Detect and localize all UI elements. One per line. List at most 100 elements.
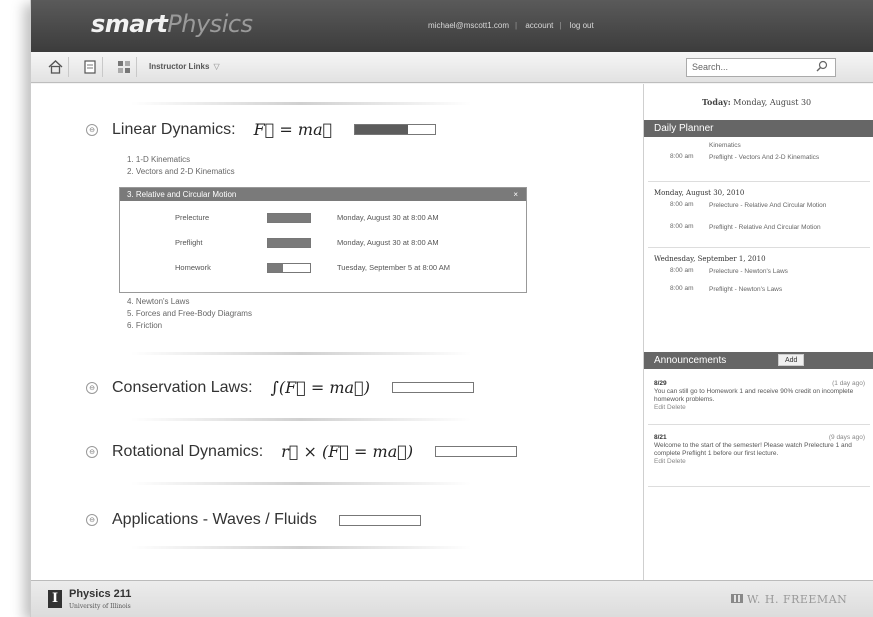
- topic-applications[interactable]: ⊖ Applications - Waves / Fluids: [86, 511, 421, 529]
- account-link[interactable]: account: [525, 21, 553, 30]
- divider: [648, 181, 870, 182]
- expand-icon[interactable]: ⊖: [86, 514, 98, 526]
- unit-expanded-header[interactable]: 3. Relative and Circular Motion ×: [120, 188, 526, 201]
- activity-row[interactable]: Preflight Monday, August 30 at 8:00 AM: [120, 235, 526, 253]
- user-email-link[interactable]: michael@mscott1.com: [428, 21, 509, 30]
- unit-item[interactable]: 5. Forces and Free-Body Diagrams: [127, 308, 252, 320]
- expand-icon[interactable]: ⊖: [86, 381, 98, 394]
- activity-progress-fill: [268, 264, 283, 272]
- planner-item-text[interactable]: Prelecture - Newton's Laws: [709, 267, 859, 276]
- announcement-item: 8/21 (9 days ago) Welcome to the start o…: [654, 434, 869, 466]
- expand-icon[interactable]: ⊖: [86, 445, 98, 458]
- divider: [131, 482, 471, 485]
- activity-name: Preflight: [175, 238, 203, 247]
- daily-planner-list: Kinematics 8:00 am Preflight - Vectors A…: [644, 139, 873, 311]
- publisher-logo: W. H. FREEMAN: [731, 593, 847, 606]
- unit-list-bottom: 4. Newton's Laws 5. Forces and Free-Body…: [127, 296, 252, 332]
- today-prefix: Today:: [702, 97, 731, 107]
- planner-item-text[interactable]: Preflight - Vectors And 2-D Kinematics: [709, 153, 859, 162]
- announcement-actions[interactable]: Edit Delete: [654, 458, 869, 466]
- activity-name: Prelecture: [175, 213, 210, 222]
- announcement-actions[interactable]: Edit Delete: [654, 404, 869, 412]
- divider: [648, 486, 870, 487]
- announcement-age: (9 days ago): [828, 434, 865, 441]
- daily-planner-title: Daily Planner: [654, 123, 714, 134]
- close-icon[interactable]: ×: [513, 188, 518, 201]
- planner-item-time: 8:00 am: [670, 153, 694, 160]
- daily-planner-header: Daily Planner: [644, 120, 873, 137]
- topic-title: Linear Dynamics:: [112, 120, 236, 138]
- divider: [131, 102, 471, 105]
- instructor-links-menu[interactable]: Instructor Links ▽: [149, 62, 220, 71]
- activity-progress-bar: [267, 238, 311, 248]
- unit-expanded-panel: 3. Relative and Circular Motion × Prelec…: [119, 187, 527, 293]
- sidebar: Today: Monday, August 30 Daily Planner K…: [643, 84, 873, 580]
- planner-item-text[interactable]: Preflight - Newton's Laws: [709, 285, 859, 294]
- divider: [648, 247, 870, 248]
- activity-row[interactable]: Prelecture Monday, August 30 at 8:00 AM: [120, 210, 526, 228]
- unit-expanded-title: 3. Relative and Circular Motion: [127, 190, 237, 199]
- search-input[interactable]: Search...: [686, 58, 836, 77]
- activity-row[interactable]: Homework Tuesday, September 5 at 8:00 AM: [120, 260, 526, 278]
- today-label: Today: Monday, August 30: [702, 97, 811, 107]
- activity-due-date: Monday, August 30 at 8:00 AM: [337, 238, 439, 247]
- topic-formula: F⃗ = ma⃗: [253, 120, 333, 139]
- divider: [131, 418, 471, 421]
- logout-link[interactable]: log out: [570, 21, 594, 30]
- planner-item-text[interactable]: Prelecture - Relative And Circular Motio…: [709, 201, 859, 210]
- activity-progress-bar: [267, 213, 311, 223]
- logo-part-physics: Physics: [167, 10, 253, 38]
- topic-title: Conservation Laws:: [112, 378, 253, 396]
- search-icon[interactable]: [816, 60, 828, 75]
- planner-item-text[interactable]: Kinematics: [709, 141, 859, 150]
- topic-conservation-laws[interactable]: ⊖ Conservation Laws: ∫(F⃗ = ma⃗): [86, 378, 474, 397]
- chevron-down-icon: ▽: [213, 62, 220, 71]
- planner-item-time: 8:00 am: [670, 285, 694, 292]
- smartphysics-logo[interactable]: smartPhysics: [91, 10, 253, 38]
- unit-item[interactable]: 4. Newton's Laws: [127, 296, 252, 308]
- top-bar: smartPhysics michael@mscott1.com | accoun…: [31, 0, 873, 52]
- activity-progress-fill: [268, 214, 310, 222]
- logo-part-smart: smart: [91, 10, 168, 38]
- unit-item[interactable]: 2. Vectors and 2-D Kinematics: [127, 166, 235, 178]
- divider: [131, 546, 471, 549]
- activity-name: Homework: [175, 263, 211, 272]
- grid-icon[interactable]: [111, 57, 137, 77]
- course-name: Physics 211: [69, 588, 132, 600]
- page-icon[interactable]: [77, 57, 103, 77]
- announcements-header: Announcements Add: [644, 352, 873, 369]
- divider: [648, 424, 870, 425]
- planner-item-text[interactable]: Preflight - Relative And Circular Motion: [709, 223, 859, 232]
- instructor-links-label: Instructor Links: [149, 62, 210, 71]
- topic-progress-bar: [435, 446, 518, 457]
- university-name: University of Illinois: [69, 603, 131, 610]
- publisher-icon: [731, 594, 743, 603]
- planner-item-time: 8:00 am: [670, 201, 694, 208]
- activity-progress-bar: [267, 263, 311, 273]
- activity-progress-fill: [268, 239, 310, 247]
- planner-item-time: 8:00 am: [670, 223, 694, 230]
- topic-title: Rotational Dynamics:: [112, 442, 264, 460]
- topic-progress-fill: [355, 125, 408, 134]
- planner-date-heading: Wednesday, September 1, 2010: [654, 255, 766, 263]
- course-content: ⊖ Linear Dynamics: F⃗ = ma⃗ 1. 1-D Kinem…: [31, 84, 643, 580]
- activity-due-date: Monday, August 30 at 8:00 AM: [337, 213, 439, 222]
- university-logo: I: [48, 590, 62, 608]
- unit-list-top: 1. 1-D Kinematics 2. Vectors and 2-D Kin…: [127, 154, 235, 178]
- expand-icon[interactable]: ⊖: [86, 123, 98, 136]
- topic-progress-bar: [338, 514, 421, 526]
- unit-item[interactable]: 1. 1-D Kinematics: [127, 154, 235, 166]
- divider: [131, 352, 471, 355]
- topic-title: Applications - Waves / Fluids: [112, 511, 317, 528]
- home-icon[interactable]: [43, 57, 69, 77]
- footer: I Physics 211 University of Illinois W. …: [31, 580, 873, 617]
- planner-item-time: 8:00 am: [670, 267, 694, 274]
- activity-due-date: Tuesday, September 5 at 8:00 AM: [337, 263, 450, 272]
- topic-linear-dynamics[interactable]: ⊖ Linear Dynamics: F⃗ = ma⃗: [86, 120, 437, 139]
- topic-rotational-dynamics[interactable]: ⊖ Rotational Dynamics: r⃗ × (F⃗ = ma⃗): [86, 442, 518, 461]
- unit-item[interactable]: 6. Friction: [127, 320, 252, 332]
- announcement-item: 8/29 (1 day ago) You can still go to Hom…: [654, 380, 869, 412]
- topic-formula: r⃗ × (F⃗ = ma⃗): [281, 442, 414, 461]
- add-announcement-button[interactable]: Add: [778, 354, 805, 366]
- topic-formula: ∫(F⃗ = ma⃗): [270, 378, 370, 397]
